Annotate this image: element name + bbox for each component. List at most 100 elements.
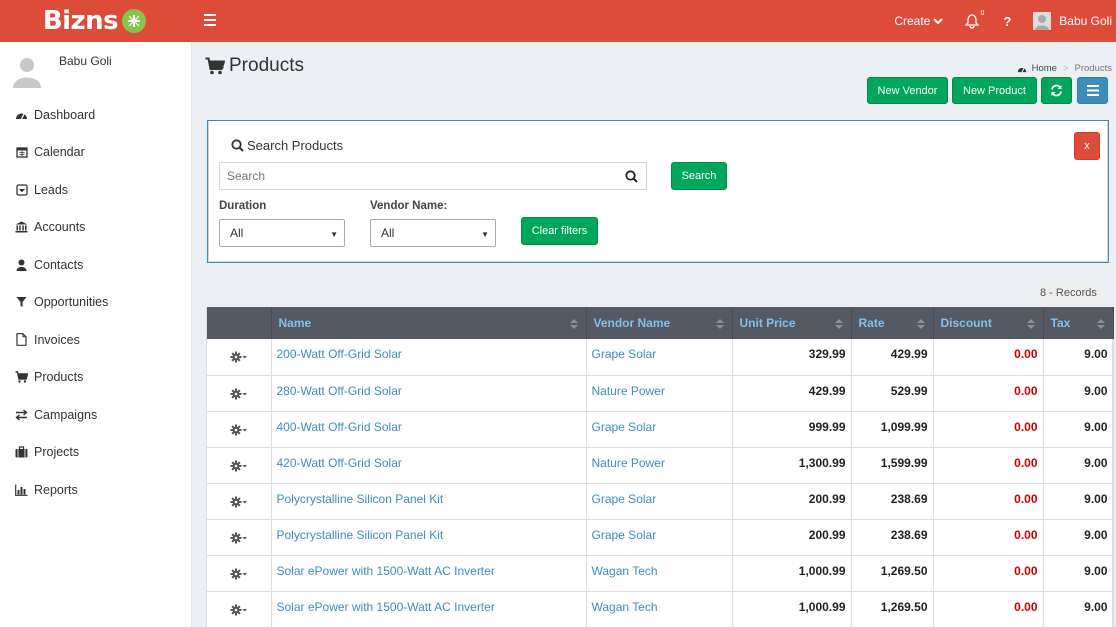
products-table: Name Vendor Name Unit Price Rate Discoun…	[207, 307, 1114, 627]
row-actions-button[interactable]	[207, 339, 272, 376]
row-actions-button[interactable]	[207, 483, 272, 520]
product-name-link[interactable]: Solar ePower with 1500-Watt AC Inverter	[277, 564, 495, 578]
sidebar-item-calendar[interactable]: Calendar	[0, 134, 192, 172]
sort-icon	[834, 319, 843, 329]
rate-cell: 1,099.99	[851, 411, 934, 448]
rate-cell: 1,269.50	[851, 591, 934, 627]
search-input[interactable]	[220, 169, 610, 183]
duration-select[interactable]: All ▼	[219, 219, 345, 247]
vendor-name-link[interactable]: Wagan Tech	[592, 564, 658, 578]
column-header-discount[interactable]: Discount	[933, 307, 1044, 339]
gear-icon	[230, 388, 248, 403]
row-actions-button[interactable]	[207, 375, 272, 412]
column-header-actions	[207, 307, 272, 339]
gear-icon	[230, 351, 248, 366]
avatar	[1033, 12, 1052, 30]
vendor-name-link[interactable]: Grape Solar	[592, 347, 657, 361]
vendor-name-select[interactable]: All ▼	[370, 219, 496, 247]
sidebar-item-label: Calendar	[34, 145, 85, 160]
sidebar-item-reports[interactable]: Reports	[0, 471, 192, 509]
list-icon	[1086, 85, 1099, 96]
sidebar-item-opportunities[interactable]: Opportunities	[0, 284, 192, 322]
product-name-link[interactable]: Polycrystalline Silicon Panel Kit	[277, 528, 444, 542]
product-name-cell: 400-Watt Off-Grid Solar	[271, 411, 587, 448]
new-product-button[interactable]: New Product	[952, 77, 1037, 104]
column-header-name[interactable]: Name	[271, 307, 587, 339]
user-menu[interactable]: Babu Goli	[1033, 12, 1112, 30]
column-header-rate[interactable]: Rate	[851, 307, 934, 339]
bank-icon	[15, 221, 28, 233]
vendor-name-cell: Wagan Tech	[586, 591, 733, 627]
product-name-link[interactable]: 200-Watt Off-Grid Solar	[277, 347, 402, 361]
product-name-link[interactable]: Polycrystalline Silicon Panel Kit	[277, 492, 444, 506]
user-icon	[15, 259, 28, 271]
discount-cell: 0.00	[933, 339, 1044, 376]
search-icon[interactable]	[625, 170, 638, 183]
vendor-name-cell: Grape Solar	[586, 339, 733, 376]
menu-button[interactable]	[1077, 77, 1108, 104]
brand-name: Bizns	[42, 6, 119, 36]
new-vendor-button[interactable]: New Vendor	[867, 77, 948, 104]
discount-cell: 0.00	[933, 555, 1044, 592]
product-name-link[interactable]: Solar ePower with 1500-Watt AC Inverter	[277, 600, 495, 614]
calendar-icon	[15, 146, 28, 158]
unit-price-cell: 999.99	[732, 411, 852, 448]
vendor-name-link[interactable]: Grape Solar	[592, 492, 657, 506]
search-button[interactable]: Search	[671, 162, 727, 190]
products-table-container: Name Vendor Name Unit Price Rate Discoun…	[206, 307, 1114, 627]
brand-logo[interactable]: Bizns	[0, 0, 192, 42]
vendor-name-link[interactable]: Grape Solar	[592, 528, 657, 542]
sidebar-item-dashboard[interactable]: Dashboard	[0, 96, 192, 134]
gear-icon	[230, 532, 248, 547]
vendor-name-link[interactable]: Grape Solar	[592, 420, 657, 434]
column-header-tax[interactable]: Tax	[1043, 307, 1114, 339]
unit-price-cell: 329.99	[732, 339, 852, 376]
cart-icon	[205, 57, 225, 75]
table-header-row: Name Vendor Name Unit Price Rate Discoun…	[207, 307, 1114, 339]
row-actions-button[interactable]	[207, 519, 272, 556]
dashboard-icon	[15, 109, 28, 121]
sidebar-item-products[interactable]: Products	[0, 359, 192, 397]
product-name-link[interactable]: 280-Watt Off-Grid Solar	[277, 384, 402, 398]
help-button[interactable]: ?	[1003, 14, 1011, 29]
sort-icon	[715, 319, 724, 329]
sidebar-item-accounts[interactable]: Accounts	[0, 209, 192, 247]
table-row: 400-Watt Off-Grid Solar Grape Solar 999.99…	[207, 411, 1114, 448]
notifications-button[interactable]: 0	[964, 10, 984, 29]
breadcrumb-home[interactable]: Home	[1032, 63, 1057, 74]
sidebar-toggle-button[interactable]	[204, 14, 216, 26]
row-actions-button[interactable]	[207, 591, 272, 627]
breadcrumb: Home > Products	[1017, 63, 1112, 74]
row-actions-button[interactable]	[207, 555, 272, 592]
clear-filters-button[interactable]: Clear filters	[521, 217, 598, 245]
discount-cell: 0.00	[933, 591, 1044, 627]
vendor-name-link[interactable]: Wagan Tech	[592, 600, 658, 614]
column-header-vendor-name[interactable]: Vendor Name	[586, 307, 733, 339]
refresh-button[interactable]	[1041, 77, 1072, 104]
sidebar-item-invoices[interactable]: Invoices	[0, 321, 192, 359]
create-menu-button[interactable]: Create	[894, 14, 944, 28]
sort-icon	[916, 319, 925, 329]
sidebar-item-contacts[interactable]: Contacts	[0, 246, 192, 284]
gear-icon	[230, 568, 248, 583]
main-content: Products Home > Products New Vendor New …	[192, 42, 1116, 627]
close-search-button[interactable]: x	[1074, 132, 1100, 160]
column-header-unit-price[interactable]: Unit Price	[732, 307, 852, 339]
rate-cell: 238.69	[851, 483, 934, 520]
unit-price-cell: 1,000.99	[732, 555, 852, 592]
sidebar-item-projects[interactable]: Projects	[0, 434, 192, 472]
product-name-link[interactable]: 400-Watt Off-Grid Solar	[277, 420, 402, 434]
product-name-link[interactable]: 420-Watt Off-Grid Solar	[277, 456, 402, 470]
sidebar-item-leads[interactable]: Leads	[0, 171, 192, 209]
vendor-name-link[interactable]: Nature Power	[592, 384, 665, 398]
sidebar-item-campaigns[interactable]: Campaigns	[0, 396, 192, 434]
discount-cell: 0.00	[933, 411, 1044, 448]
row-actions-button[interactable]	[207, 411, 272, 448]
briefcase-icon	[15, 446, 28, 458]
product-name-cell: 200-Watt Off-Grid Solar	[271, 339, 587, 376]
tax-cell: 9.00	[1043, 411, 1114, 448]
vendor-name-link[interactable]: Nature Power	[592, 456, 665, 470]
unit-price-cell: 1,300.99	[732, 447, 852, 484]
rate-cell: 238.69	[851, 519, 934, 556]
row-actions-button[interactable]	[207, 447, 272, 484]
